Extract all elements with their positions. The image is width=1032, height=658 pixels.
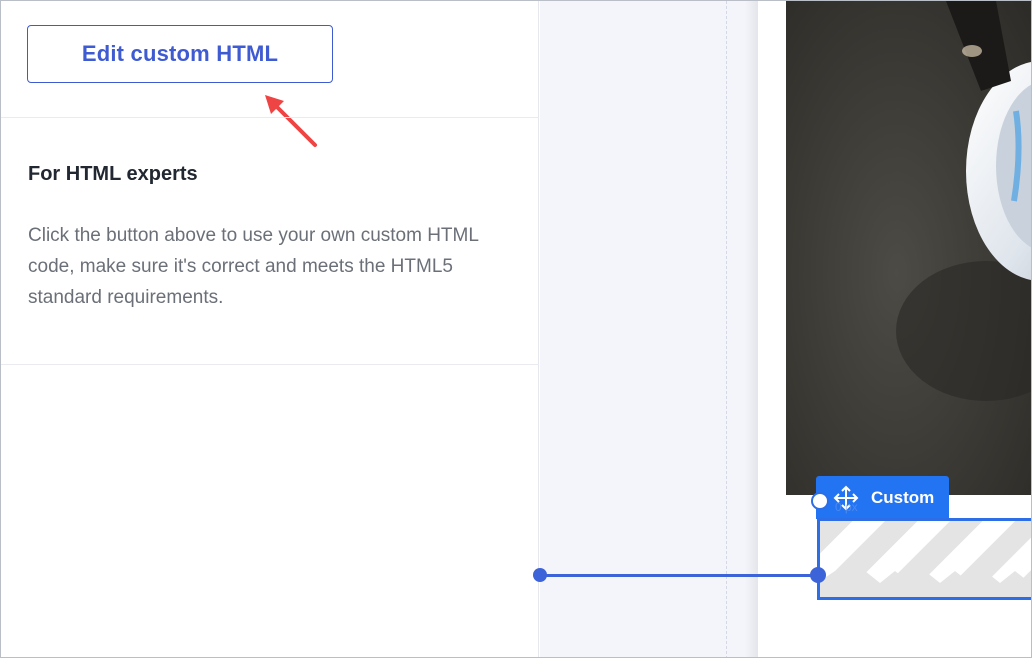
resize-handle[interactable] (811, 492, 829, 510)
content-image[interactable] (786, 1, 1031, 495)
edit-custom-html-button[interactable]: Edit custom HTML (27, 25, 333, 83)
divider (1, 364, 539, 365)
section-description: Click the button above to use your own c… (28, 225, 479, 308)
page-shadow (745, 1, 759, 657)
spacing-value-label: 0 px (835, 500, 858, 514)
spacing-handle-left[interactable] (533, 568, 547, 582)
placeholder-pattern (820, 521, 1031, 597)
custom-block-label: Custom (871, 487, 935, 507)
spacing-connector-line (541, 574, 819, 577)
app-window: Edit custom HTML For HTML experts Click … (0, 0, 1032, 658)
guide-line (726, 1, 727, 657)
section-title: For HTML experts (28, 163, 198, 185)
settings-panel: Edit custom HTML For HTML experts Click … (1, 1, 539, 657)
divider (1, 117, 539, 118)
annotation-arrow-icon (265, 95, 317, 147)
spacing-handle-right[interactable] (810, 567, 826, 583)
custom-html-block[interactable] (817, 518, 1031, 600)
